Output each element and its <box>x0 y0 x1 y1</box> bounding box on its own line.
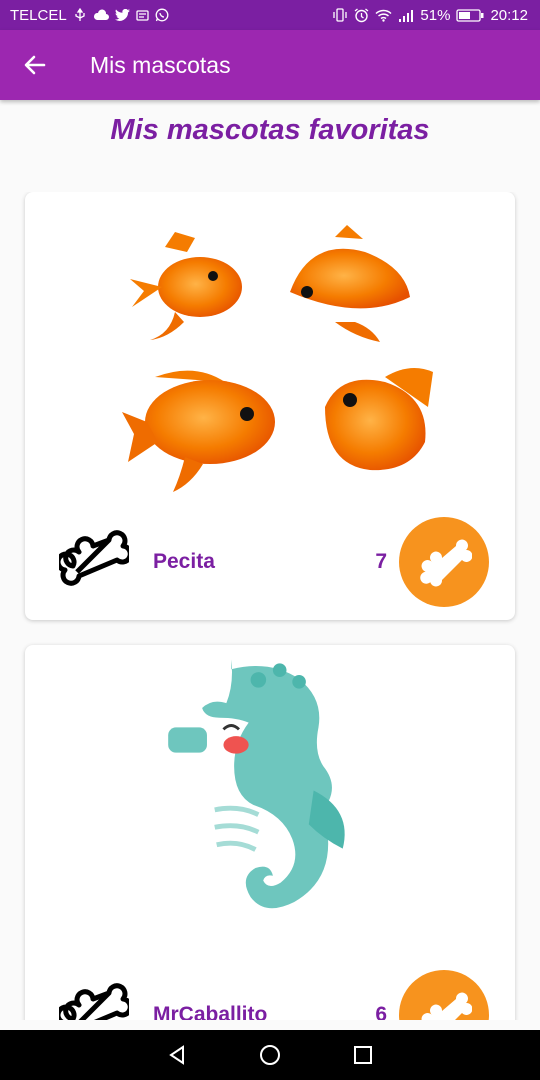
status-right: 51% 20:12 <box>332 7 528 24</box>
usb-icon <box>75 8 85 21</box>
pet-name: Pecita <box>153 550 215 573</box>
page-heading: Mis mascotas favoritas <box>110 114 430 146</box>
battery-icon <box>456 8 484 22</box>
vibrate-icon <box>333 8 348 22</box>
bone-outline-icon <box>59 983 129 1020</box>
twitter-icon <box>114 8 130 21</box>
bone-outline-icon <box>59 530 129 586</box>
wifi-icon <box>375 9 392 22</box>
like-count: 6 <box>375 1003 387 1020</box>
cloud-icon <box>93 9 109 20</box>
pet-list[interactable]: Pecita 7 MrCaballito 6 <box>0 192 540 1020</box>
app-bar-title: Mis mascotas <box>90 51 231 78</box>
like-count: 7 <box>375 550 387 573</box>
square-recents-icon <box>354 1046 373 1064</box>
system-nav-bar <box>0 1030 540 1080</box>
app-bar: Mis mascotas <box>0 30 540 100</box>
pet-image <box>122 225 433 492</box>
battery-percent: 51% <box>420 6 451 24</box>
like-button[interactable] <box>399 970 489 1020</box>
message-icon <box>136 9 149 21</box>
whatsapp-icon <box>155 8 169 22</box>
triangle-back-icon <box>168 1045 184 1065</box>
bone-icon <box>421 992 472 1020</box>
nav-home-button[interactable] <box>250 1035 290 1075</box>
status-left: TELCEL <box>10 7 169 24</box>
pet-image <box>168 659 345 909</box>
alarm-icon <box>355 7 369 22</box>
pet-name: MrCaballito <box>153 1003 268 1020</box>
clock: 20:12 <box>490 6 528 24</box>
pet-card: MrCaballito 6 <box>25 645 515 1020</box>
carrier-label: TELCEL <box>10 6 67 24</box>
signal-icon <box>399 9 414 22</box>
back-button[interactable] <box>0 30 70 100</box>
pet-card: Pecita 7 <box>25 192 515 620</box>
nav-recents-button[interactable] <box>343 1035 383 1075</box>
bone-icon <box>420 539 472 587</box>
arrow-back-icon <box>24 55 46 75</box>
nav-back-button[interactable] <box>157 1035 197 1075</box>
like-button[interactable] <box>399 517 489 607</box>
circle-home-icon <box>259 1045 280 1065</box>
status-bar: TELCEL 51% 20:12 <box>0 0 540 30</box>
